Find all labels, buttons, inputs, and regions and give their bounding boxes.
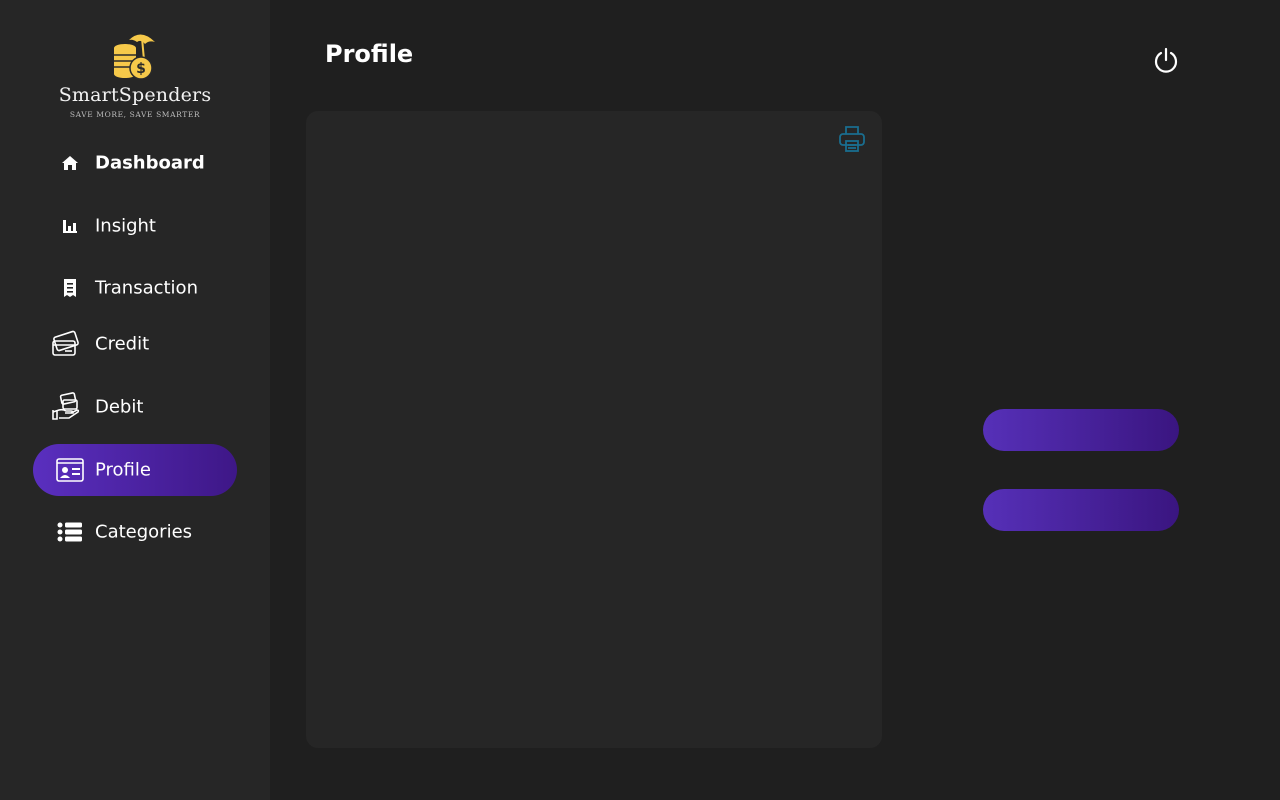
home-icon bbox=[55, 148, 85, 178]
brand-tagline: SAVE MORE, SAVE SMARTER bbox=[69, 110, 201, 119]
hand-card-icon bbox=[51, 392, 81, 422]
svg-text:$: $ bbox=[136, 61, 146, 77]
app-root: $ SmartSpenders SAVE MORE, SAVE SMARTER … bbox=[0, 0, 1280, 800]
bar-chart-icon bbox=[55, 211, 85, 241]
sidebar-item-label: Profile bbox=[95, 459, 151, 481]
sidebar-item-categories[interactable]: Categories bbox=[33, 506, 237, 558]
sidebar-item-debit[interactable]: Debit bbox=[33, 381, 237, 433]
profile-action-button-1[interactable] bbox=[983, 409, 1179, 451]
brand-logo[interactable]: $ SmartSpenders SAVE MORE, SAVE SMARTER bbox=[0, 30, 270, 119]
sidebar-item-label: Categories bbox=[95, 521, 193, 543]
sidebar-item-label: Debit bbox=[95, 396, 144, 418]
print-button[interactable] bbox=[836, 123, 868, 155]
sidebar: $ SmartSpenders SAVE MORE, SAVE SMARTER … bbox=[0, 0, 270, 800]
power-icon bbox=[1154, 47, 1178, 73]
page-title: Profile bbox=[325, 40, 414, 68]
printer-icon bbox=[839, 126, 865, 152]
sidebar-item-label: Insight bbox=[95, 215, 156, 237]
profile-action-button-2[interactable] bbox=[983, 489, 1179, 531]
sidebar-item-dashboard[interactable]: Dashboard bbox=[33, 137, 237, 189]
sidebar-item-credit[interactable]: Credit bbox=[33, 318, 237, 370]
sidebar-item-transaction[interactable]: Transaction bbox=[33, 262, 237, 314]
sidebar-item-insight[interactable]: Insight bbox=[33, 200, 237, 252]
sidebar-item-label: Credit bbox=[95, 333, 150, 355]
coins-umbrella-icon: $ bbox=[114, 34, 155, 80]
profile-card bbox=[306, 111, 882, 748]
sidebar-item-profile[interactable]: Profile bbox=[33, 444, 237, 496]
sidebar-item-label: Transaction bbox=[95, 277, 198, 299]
receipt-icon bbox=[55, 273, 85, 303]
brand-name: SmartSpenders bbox=[58, 84, 212, 106]
credit-card-icon bbox=[51, 329, 81, 359]
sidebar-item-label: Dashboard bbox=[95, 152, 205, 174]
logout-button[interactable] bbox=[1150, 44, 1182, 76]
list-icon bbox=[55, 517, 85, 547]
profile-card-icon bbox=[55, 455, 85, 485]
